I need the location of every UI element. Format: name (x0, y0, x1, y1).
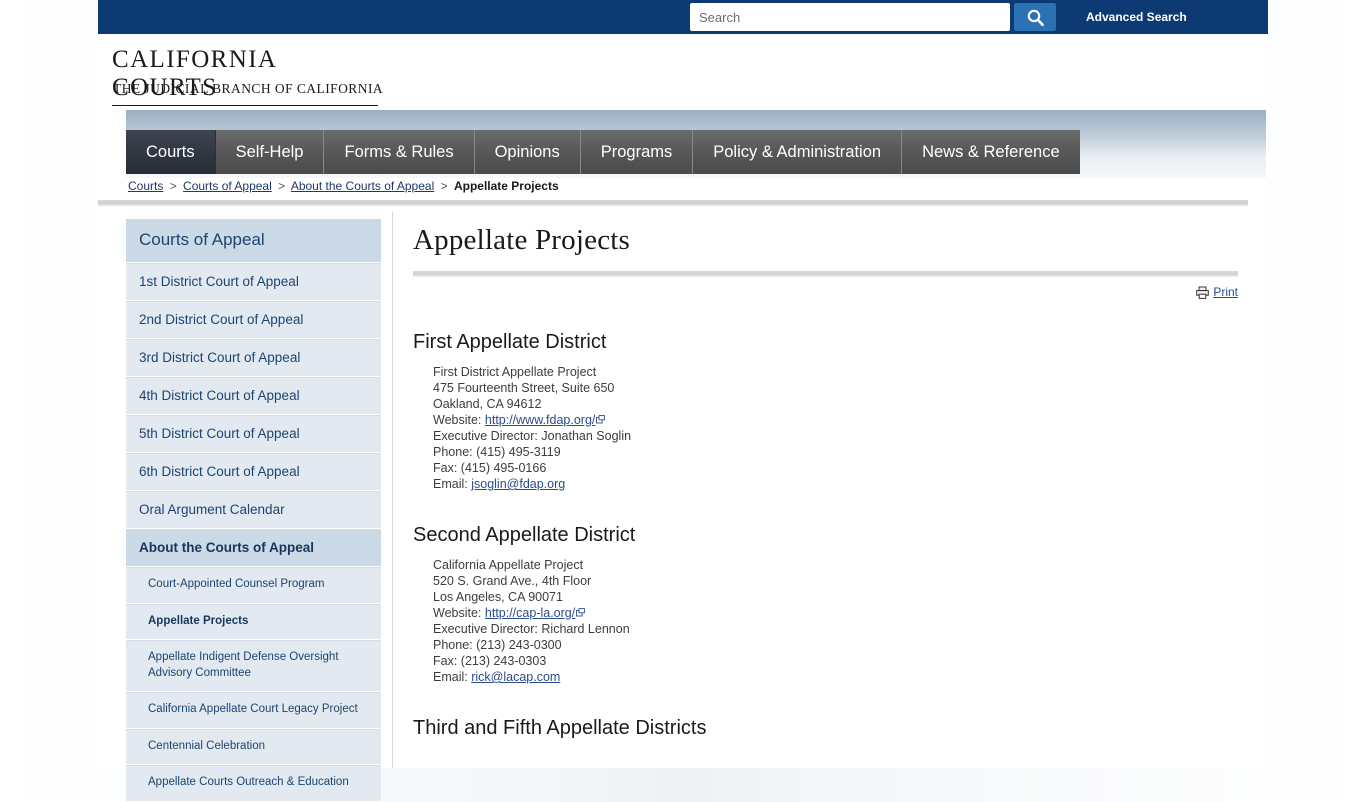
email-row: Email: rick@lacap.com (433, 669, 1253, 685)
website-link[interactable]: http://www.fdap.org/ (485, 413, 595, 427)
sidebar-item-2nd-district[interactable]: 2nd District Court of Appeal (126, 301, 381, 339)
sidebar-item-appellate-indigent-defense-oversight-advisory-committee[interactable]: Appellate Indigent Defense Oversight Adv… (126, 640, 381, 693)
search-box[interactable] (690, 3, 1010, 31)
breadcrumb-item-courts-of-appeal[interactable]: Courts of Appeal (183, 179, 272, 193)
sidebar-heading-courts-of-appeal[interactable]: Courts of Appeal (126, 219, 381, 263)
nav-item-courts[interactable]: Courts (126, 130, 216, 174)
breadcrumb-item-about-the-courts-of-appeal[interactable]: About the Courts of Appeal (291, 179, 434, 193)
sidebar-navigation: Courts of Appeal 1st District Court of A… (126, 219, 381, 802)
site-logo-subtitle: THE JUDICIAL BRANCH OF CALIFORNIA (113, 81, 384, 96)
website-row: Website: http://www.fdap.org/ (433, 412, 1253, 428)
district-heading: Second Appellate District (413, 524, 636, 546)
print-link[interactable]: Print (1213, 285, 1238, 299)
phone-label: Phone: (433, 445, 473, 459)
search-icon (1027, 9, 1044, 26)
title-rule (413, 271, 1238, 277)
sidebar-item-appellate-courts-outreach-education[interactable]: Appellate Courts Outreach & Education (126, 765, 381, 802)
main-navigation: Courts Self-Help Forms & Rules Opinions … (126, 130, 1080, 174)
nav-bottom-rule (98, 200, 1248, 206)
sidebar-item-6th-district[interactable]: 6th District Court of Appeal (126, 453, 381, 491)
website-row: Website: http://cap-la.org/ (433, 605, 1253, 621)
district-heading: First Appellate District (413, 331, 607, 353)
street-address: 475 Fourteenth Street, Suite 650 (433, 381, 615, 395)
email-label: Email: (433, 670, 468, 684)
fax-label: Fax: (433, 654, 458, 668)
director-name: Jonathan Soglin (541, 429, 632, 443)
site-branding: CALIFORNIA COURTS THE JUDICIAL BRANCH OF… (98, 34, 1268, 110)
page-container: Advanced Search CALIFORNIA COURTS THE JU… (98, 0, 1268, 802)
nav-item-programs[interactable]: Programs (581, 130, 694, 174)
external-link-icon (596, 412, 606, 428)
printer-icon (1196, 286, 1210, 299)
district-details: California Appellate Project 520 S. Gran… (433, 557, 1253, 685)
website-label: Website: (433, 606, 482, 620)
sidebar-item-centennial-celebration[interactable]: Centennial Celebration (126, 728, 381, 766)
sidebar-item-oral-argument-calendar[interactable]: Oral Argument Calendar (126, 491, 381, 529)
nav-item-policy-administration[interactable]: Policy & Administration (693, 130, 903, 174)
organization-name: California Appellate Project (433, 558, 584, 572)
breadcrumb-separator: > (169, 179, 177, 193)
street-address: 520 S. Grand Ave., 4th Floor (433, 574, 592, 588)
sidebar-item-1st-district[interactable]: 1st District Court of Appeal (126, 263, 381, 301)
sidebar-item-3rd-district[interactable]: 3rd District Court of Appeal (126, 339, 381, 377)
email-link[interactable]: jsoglin@fdap.org (471, 477, 565, 491)
breadcrumb-item-courts[interactable]: Courts (128, 179, 163, 193)
phone-row: Phone: (415) 495-3119 (433, 444, 1253, 460)
website-label: Website: (433, 413, 482, 427)
district-details: First District Appellate Project 475 Fou… (433, 364, 1253, 492)
sidebar-item-california-appellate-court-legacy-project[interactable]: California Appellate Court Legacy Projec… (126, 692, 381, 729)
breadcrumb: Courts > Courts of Appeal > About the Co… (128, 179, 559, 193)
nav-item-forms-rules[interactable]: Forms & Rules (324, 130, 475, 174)
print-row: Print (413, 285, 1238, 299)
external-link-icon (576, 605, 586, 621)
fax-row: Fax: (213) 243-0303 (433, 653, 1253, 669)
sidebar-item-appellate-projects[interactable]: Appellate Projects (126, 603, 381, 641)
nav-item-self-help[interactable]: Self-Help (216, 130, 325, 174)
district-heading: Third and Fifth Appellate Districts (413, 717, 707, 739)
email-link[interactable]: rick@lacap.com (471, 670, 560, 684)
sidebar-item-court-appointed-counsel-program[interactable]: Court-Appointed Counsel Program (126, 567, 381, 604)
district-section-third-fifth: Third and Fifth Appellate Districts (413, 717, 1253, 740)
phone-number: (415) 495-3119 (476, 445, 561, 459)
district-section-first: First Appellate District First District … (413, 331, 1253, 492)
nav-item-opinions[interactable]: Opinions (475, 130, 581, 174)
fax-row: Fax: (415) 495-0166 (433, 460, 1253, 476)
phone-number: (213) 243-0300 (476, 638, 562, 652)
director-label: Executive Director: (433, 622, 538, 636)
search-input[interactable] (691, 4, 1009, 30)
sidebar-item-4th-district[interactable]: 4th District Court of Appeal (126, 377, 381, 415)
district-section-second: Second Appellate District California App… (413, 524, 1253, 685)
fax-label: Fax: (433, 461, 458, 475)
sidebar-item-about-the-courts-of-appeal[interactable]: About the Courts of Appeal (126, 529, 381, 567)
top-utility-bar: Advanced Search (98, 0, 1268, 34)
fax-number: (213) 243-0303 (460, 654, 547, 668)
phone-label: Phone: (433, 638, 473, 652)
search-button[interactable] (1014, 3, 1056, 31)
column-divider (392, 212, 393, 768)
breadcrumb-separator: > (440, 179, 448, 193)
breadcrumb-item-current: Appellate Projects (453, 179, 559, 193)
main-content: Appellate Projects Print First Appellate… (413, 219, 1253, 750)
organization-name: First District Appellate Project (433, 365, 597, 379)
site-logo-title[interactable]: CALIFORNIA COURTS (112, 46, 378, 106)
director-label: Executive Director: (433, 429, 538, 443)
email-label: Email: (433, 477, 468, 491)
city-state-zip: Oakland, CA 94612 (433, 397, 542, 411)
director-row: Executive Director: Richard Lennon (433, 621, 1253, 637)
main-navigation-wrapper: Courts Self-Help Forms & Rules Opinions … (126, 110, 1266, 178)
phone-row: Phone: (213) 243-0300 (433, 637, 1253, 653)
director-row: Executive Director: Jonathan Soglin (433, 428, 1253, 444)
director-name: Richard Lennon (541, 622, 630, 636)
fax-number: (415) 495-0166 (460, 461, 547, 475)
email-row: Email: jsoglin@fdap.org (433, 476, 1253, 492)
breadcrumb-separator: > (278, 179, 286, 193)
nav-item-news-reference[interactable]: News & Reference (902, 130, 1080, 174)
website-link[interactable]: http://cap-la.org/ (485, 606, 575, 620)
advanced-search-link[interactable]: Advanced Search (1086, 10, 1187, 24)
sidebar-item-5th-district[interactable]: 5th District Court of Appeal (126, 415, 381, 453)
city-state-zip: Los Angeles, CA 90071 (433, 590, 563, 604)
page-title: Appellate Projects (413, 224, 631, 256)
